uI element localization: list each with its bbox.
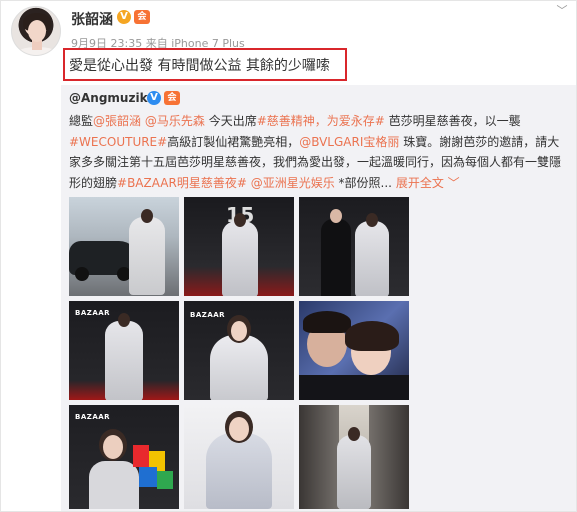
post-text: 愛是從心出發 有時間做公益 其餘的少囉嗦 xyxy=(69,58,330,74)
photo-media-microphones[interactable]: BAZAAR xyxy=(69,405,179,509)
photo-selfie-two[interactable] xyxy=(299,301,409,400)
chevron-down-icon[interactable]: ﹀ xyxy=(554,5,570,17)
text-link[interactable]: @马乐先森 xyxy=(145,114,205,128)
text-link[interactable]: @BVLGARI宝格丽 xyxy=(299,135,399,149)
text-link[interactable]: #慈善精神，为爱永存# xyxy=(257,114,385,128)
text-link[interactable]: @亚洲星光娱乐 xyxy=(251,176,335,190)
photo-car-outdoor[interactable] xyxy=(69,197,179,296)
photo-label: BAZAAR xyxy=(75,309,111,317)
expand-full-text-link[interactable]: 展开全文 ﹀ xyxy=(396,176,460,190)
member-badge-icon[interactable]: 会 xyxy=(134,10,150,24)
photo-corridor-walking[interactable] xyxy=(299,405,409,509)
photo-corridor-portrait[interactable] xyxy=(184,405,294,509)
text-segment: 芭莎明星慈善夜，以一襲 xyxy=(384,114,521,128)
photo-label: BAZAAR xyxy=(190,311,226,319)
photo-label: BAZAAR xyxy=(75,413,111,421)
verified-badge-icon[interactable]: V xyxy=(117,10,131,24)
author-avatar[interactable] xyxy=(11,6,61,56)
author-name[interactable]: 张韶涵 xyxy=(71,9,113,29)
repost-text: 總監@張韶涵 @马乐先森 今天出席#慈善精神，为爱永存# 芭莎明星慈善夜，以一襲… xyxy=(69,111,571,193)
text-segment: 總監 xyxy=(69,114,94,128)
text-segment: *部份照... xyxy=(334,175,396,190)
photo-grid: 15 BAZAAR BAZAAR xyxy=(69,197,409,509)
avatar-face xyxy=(28,20,46,42)
text-segment: 高級訂製仙裙驚艷亮相， xyxy=(167,134,300,149)
text-link[interactable]: #BAZAAR明星慈善夜# xyxy=(117,176,247,190)
photo-bazaar-closeup[interactable]: BAZAAR xyxy=(184,301,294,400)
text-link[interactable]: #WECOUTURE# xyxy=(69,135,167,149)
repost-container: @Angmuzik V 会 總監@張韶涵 @马乐先森 今天出席#慈善精神，为爱永… xyxy=(61,85,576,511)
repost-author[interactable]: @Angmuzik xyxy=(69,91,148,105)
repost-member-badge-icon[interactable]: 会 xyxy=(164,91,180,105)
text-link[interactable]: @張韶涵 xyxy=(93,114,141,128)
repost-verified-badge-icon[interactable]: V xyxy=(147,91,161,105)
weibo-post: 张韶涵 V 会 ﹀ 9月9日 23:35 来自 iPhone 7 Plus 愛是… xyxy=(0,0,577,512)
photo-bazaar-backdrop-full[interactable]: BAZAAR xyxy=(69,301,179,400)
text-segment: 今天出席 xyxy=(204,114,257,128)
photo-red-carpet-1[interactable]: 15 xyxy=(184,197,294,296)
photo-with-man-black-suit[interactable] xyxy=(299,197,409,296)
